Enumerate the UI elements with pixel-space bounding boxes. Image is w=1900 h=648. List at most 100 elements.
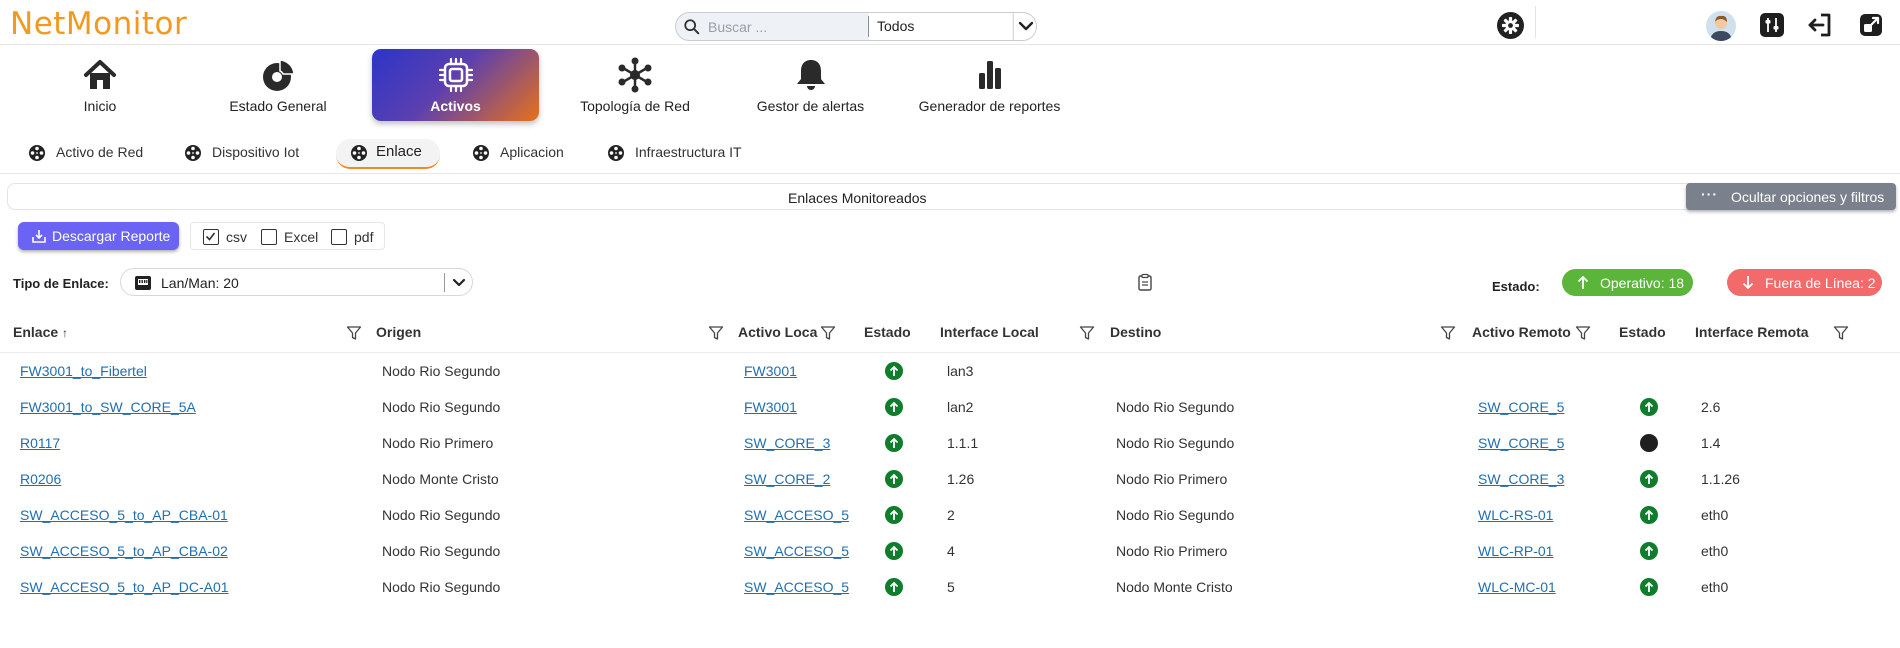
ellipsis-icon: ··· [1701, 186, 1718, 202]
film-reel-icon [473, 145, 489, 161]
cell-activo-remoto[interactable]: WLC-RS-01 [1478, 507, 1553, 523]
nav-generador-reportes[interactable]: Generador de reportes [913, 49, 1066, 121]
subtab-label: Dispositivo Iot [212, 144, 300, 160]
cell-activo-remoto[interactable]: SW_CORE_5 [1478, 399, 1564, 415]
cell-enlace[interactable]: SW_ACCESO_5_to_AP_DC-A01 [20, 579, 229, 595]
cell-origen: Nodo Rio Segundo [382, 543, 501, 559]
cell-activo-local[interactable]: SW_ACCESO_5 [744, 579, 849, 595]
search-scope-value: Todos [877, 18, 915, 34]
cell-enlace[interactable]: FW3001_to_Fibertel [20, 363, 147, 379]
cell-enlace[interactable]: SW_ACCESO_5_to_AP_CBA-02 [20, 543, 228, 559]
filter-icon[interactable] [1440, 325, 1456, 341]
filter-icon[interactable] [1575, 325, 1591, 341]
column-header-estado-remoto[interactable]: Estado [1619, 324, 1666, 340]
cell-activo-local[interactable]: SW_ACCESO_5 [744, 543, 849, 559]
nav-estado-general[interactable]: Estado General [218, 49, 338, 121]
nav-gestor-alertas[interactable]: Gestor de alertas [748, 49, 873, 121]
cell-interface-local: lan3 [947, 363, 974, 379]
nav-topologia[interactable]: Topología de Red [570, 49, 700, 121]
chip-icon [438, 57, 473, 93]
home-icon [84, 60, 116, 89]
download-report-label: Descargar Reporte [52, 228, 171, 244]
filter-icon[interactable] [820, 325, 836, 341]
network-icon [618, 57, 652, 93]
format-pdf-checkbox[interactable]: pdf [331, 227, 376, 247]
cell-activo-local[interactable]: SW_ACCESO_5 [744, 507, 849, 523]
column-header-activo-local[interactable]: Activo Loca [738, 324, 817, 340]
link-type-select[interactable]: Lan/Man: 20 [120, 268, 473, 296]
subtab-aplicacion[interactable]: Aplicacion [472, 139, 582, 169]
app-logo[interactable]: NetMonitor [10, 6, 187, 42]
subtab-dispositivo-iot[interactable]: Dispositivo Iot [184, 139, 309, 169]
column-header-interface-local[interactable]: Interface Local [940, 324, 1039, 340]
nav-label: Gestor de alertas [756, 98, 865, 114]
format-label: Excel [284, 229, 319, 245]
user-avatar[interactable] [1706, 11, 1736, 41]
subtab-label: Activo de Red [56, 144, 144, 160]
column-header-destino[interactable]: Destino [1110, 324, 1161, 340]
cell-enlace[interactable]: SW_ACCESO_5_to_AP_CBA-01 [20, 507, 228, 523]
cell-interface-remota: 1.1.26 [1701, 471, 1740, 487]
cell-activo-remoto[interactable]: WLC-RP-01 [1478, 543, 1553, 559]
column-header-enlace[interactable]: Enlace ↑ [13, 324, 68, 340]
nav-inicio[interactable]: Inicio [55, 49, 145, 121]
cell-activo-local[interactable]: FW3001 [744, 363, 797, 379]
subtab-activo-de-red[interactable]: Activo de Red [28, 139, 148, 169]
cell-enlace[interactable]: R0206 [20, 471, 61, 487]
chevron-down-icon [1018, 21, 1034, 31]
column-header-estado-local[interactable]: Estado [864, 324, 911, 340]
download-icon [32, 230, 46, 243]
filter-icon[interactable] [346, 325, 362, 341]
search-input[interactable] [708, 13, 888, 40]
checkbox-unchecked-icon [261, 229, 277, 245]
subtab-enlace[interactable]: Enlace [336, 139, 440, 169]
search-scope-dropdown-button[interactable] [1013, 13, 1036, 40]
download-report-button[interactable]: Descargar Reporte [18, 222, 179, 250]
status-fuera-de-linea-label: Fuera de Línea: 2 [1765, 275, 1876, 291]
cell-destino: Nodo Rio Segundo [1116, 507, 1235, 523]
clipboard-icon[interactable] [1137, 273, 1153, 291]
cell-interface-local: 2 [947, 507, 955, 523]
status-up-icon [885, 398, 903, 416]
sliders-icon[interactable] [1758, 11, 1786, 39]
gear-icon [1502, 17, 1519, 34]
nav-label: Estado General [229, 98, 327, 114]
link-type-label: Tipo de Enlace: [13, 276, 109, 291]
film-reel-icon [29, 145, 45, 161]
nav-label: Generador de reportes [918, 98, 1061, 114]
status-operativo-badge[interactable]: Operativo: 18 [1562, 269, 1693, 296]
column-header-origen[interactable]: Origen [376, 324, 421, 340]
format-label: pdf [354, 229, 374, 245]
bell-icon [796, 60, 825, 90]
format-excel-checkbox[interactable]: Excel [261, 227, 321, 247]
link-type-value: Lan/Man: 20 [161, 275, 239, 291]
filter-icon[interactable] [1079, 325, 1095, 341]
cell-enlace[interactable]: FW3001_to_SW_CORE_5A [20, 399, 196, 415]
toggle-filters-button[interactable]: ··· Ocultar opciones y filtros [1686, 183, 1896, 210]
cell-activo-local[interactable]: SW_CORE_3 [744, 435, 830, 451]
arrow-up-icon [1577, 275, 1589, 289]
cell-activo-remoto[interactable]: WLC-MC-01 [1478, 579, 1556, 595]
logout-icon[interactable] [1806, 11, 1834, 39]
settings-button[interactable] [1497, 12, 1524, 39]
status-offline-icon [1640, 434, 1658, 452]
status-fuera-de-linea-badge[interactable]: Fuera de Línea: 2 [1727, 269, 1882, 296]
nav-activos[interactable]: Activos [372, 49, 539, 121]
cell-activo-remoto[interactable]: SW_CORE_5 [1478, 435, 1564, 451]
checkbox-unchecked-icon [331, 229, 347, 245]
subtab-infraestructura-it[interactable]: Infraestructura IT [607, 139, 757, 169]
format-csv-checkbox[interactable]: csv [203, 227, 253, 247]
search-icon[interactable] [683, 18, 701, 36]
cell-enlace[interactable]: R0117 [20, 435, 60, 451]
column-header-interface-remota[interactable]: Interface Remota [1695, 324, 1809, 340]
expand-window-icon[interactable] [1857, 11, 1885, 39]
cell-activo-remoto[interactable]: SW_CORE_3 [1478, 471, 1564, 487]
search-scope-select[interactable]: Todos [869, 13, 1012, 40]
cell-activo-local[interactable]: SW_CORE_2 [744, 471, 830, 487]
filter-icon[interactable] [1833, 325, 1849, 341]
filter-icon[interactable] [708, 325, 724, 341]
column-header-activo-remoto[interactable]: Activo Remoto [1472, 324, 1571, 340]
cell-activo-local[interactable]: FW3001 [744, 399, 797, 415]
cell-interface-remota: 1.4 [1701, 435, 1721, 451]
status-up-icon [1640, 578, 1658, 596]
